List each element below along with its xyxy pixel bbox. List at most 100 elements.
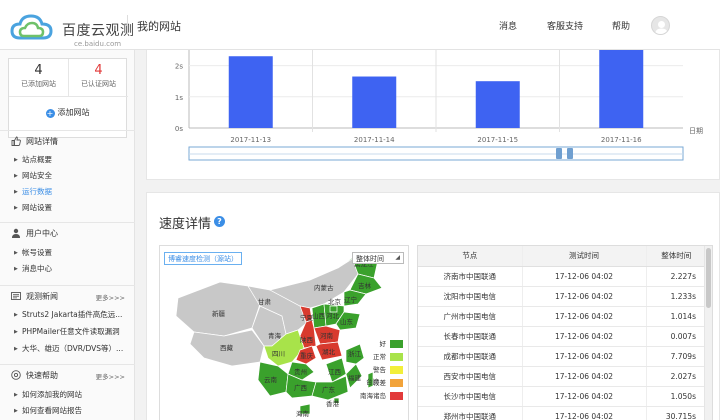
help-item[interactable]: ▶ 如何查看网站报告 <box>14 405 82 416</box>
logo[interactable]: 百度云观测 ce.baidu.com <box>10 10 135 48</box>
section-site-details[interactable]: 网站详情 <box>0 130 135 150</box>
top-header: 百度云观测 ce.baidu.com 我的网站 消息 客服支持 帮助 <box>0 0 720 50</box>
response-time-bar-chart: 0s 1s 2s 2017-11-13 2017-11-14 2017-11-15 2017… <box>175 50 703 161</box>
table-scrollbar[interactable] <box>704 246 712 420</box>
logo-title: 百度云观测 <box>62 23 135 39</box>
chart-bar[interactable] <box>352 76 397 128</box>
stat-verified-sites[interactable]: 4 已认证网站 <box>69 59 128 97</box>
sidebar-item-security[interactable]: ▶ 网站安全 <box>14 170 52 181</box>
add-site-label: 添加网站 <box>57 108 90 117</box>
help-title: 如何添加我的网站 <box>22 390 82 399</box>
news-item[interactable]: ▶ PHPMailer任意文件读取漏洞 <box>14 326 120 337</box>
y-tick-label: 1s <box>175 94 183 102</box>
chart-bar[interactable] <box>599 50 644 128</box>
section-title: 观测新闻 <box>26 292 58 301</box>
nav-support[interactable]: 客服支持 <box>547 19 583 32</box>
nav-help[interactable]: 帮助 <box>612 19 630 32</box>
stat-added-sites[interactable]: 4 已添加网站 <box>9 59 68 97</box>
column-header-node[interactable]: 节点 <box>418 246 523 267</box>
x-tick-label: 2017-11-15 <box>477 136 518 144</box>
help-item[interactable]: ▶ 如何添加我的网站 <box>14 389 82 400</box>
caret-right-icon: ▶ <box>14 250 18 256</box>
y-tick-label: 2s <box>175 63 183 71</box>
legend-swatch <box>390 392 403 400</box>
node-cell: 沈阳市中国电信 <box>418 286 523 307</box>
province-region[interactable] <box>175 281 261 337</box>
sidebar-item-settings[interactable]: ▶ 网站设置 <box>14 202 52 213</box>
caret-right-icon: ▶ <box>14 157 18 163</box>
test-time-cell: 17-12-06 04:02 <box>522 266 647 287</box>
total-time-cell: 30.715s <box>646 406 706 420</box>
stat-added-label: 已添加网站 <box>21 80 56 88</box>
province-label: 新疆 <box>212 309 226 318</box>
chart-bar[interactable] <box>228 56 273 128</box>
total-time-cell: 7.709s <box>646 346 706 367</box>
chart-bar[interactable] <box>475 81 520 128</box>
zoom-handle-right[interactable] <box>567 148 573 159</box>
x-tick-label: 2017-11-14 <box>354 136 395 144</box>
table-row[interactable]: 广州市中国电信 17-12-06 04:02 1.014s <box>418 306 706 327</box>
map-caption: 博睿速度检测（源站） <box>164 252 242 265</box>
province-label: 广西 <box>294 383 308 392</box>
user-icon <box>11 228 21 241</box>
question-icon[interactable]: ? <box>214 216 225 227</box>
sidebar-item-account-settings[interactable]: ▶ 帐号设置 <box>14 247 52 258</box>
section-user-center[interactable]: 用户中心 <box>0 222 135 242</box>
node-cell: 广州市中国电信 <box>418 306 523 327</box>
province-label: 河北 <box>326 312 340 320</box>
province-label: 江西 <box>328 368 342 376</box>
node-cell: 济南市中国联通 <box>418 266 523 287</box>
province-label: 广东 <box>322 385 336 394</box>
help-more-link[interactable]: 更多>>> <box>96 371 125 381</box>
total-time-cell: 1.233s <box>646 286 706 307</box>
user-avatar-icon[interactable] <box>651 16 670 35</box>
metric-select[interactable]: 整体时间 ◢ <box>352 252 404 264</box>
test-time-cell: 17-12-06 04:02 <box>522 366 647 387</box>
column-header-test-time[interactable]: 测试时间 <box>522 246 647 267</box>
menu-label: 帐号设置 <box>22 248 52 257</box>
sidebar-item-message-center[interactable]: ▶ 消息中心 <box>14 263 52 274</box>
news-item[interactable]: ▶ Struts2 Jakarta插件高危远... <box>14 309 122 320</box>
speed-table: 节点 测试时间 整体时间 济南市中国联通 17-12-06 04:02 2.227s… <box>418 246 706 420</box>
x-tick-label: 2017-11-16 <box>601 136 642 144</box>
help-title: 如何查看网站报告 <box>22 406 82 415</box>
table-row[interactable]: 西安市中国电信 17-12-06 04:02 2.027s <box>418 366 706 387</box>
table-row[interactable]: 沈阳市中国电信 17-12-06 04:02 1.233s <box>418 286 706 307</box>
table-row[interactable]: 长沙市中国电信 17-12-06 04:02 1.050s <box>418 386 706 407</box>
speed-detail-panel: 速度详情 ? 新疆 西藏 青海 甘肃 内蒙古 黑龙江 吉林 辽宁 宁夏 山西 河北 北京 山东 陕西 河南四… <box>146 192 720 420</box>
news-more-link[interactable]: 更多>>> <box>96 292 125 302</box>
province-label: 浙江 <box>348 349 362 358</box>
x-tick-label: 2017-11-13 <box>230 136 271 144</box>
province-label: 湖北 <box>322 347 336 356</box>
province-label: 海南 <box>296 409 310 418</box>
speed-table-box: 节点 测试时间 整体时间 济南市中国联通 17-12-06 04:02 2.227s… <box>417 245 713 420</box>
sidebar: 4 已添加网站 4 已认证网站 + 添加网站 网站详情 ▶ 站点概要 ▶ 网站安全 ▶… <box>0 50 135 420</box>
legend-swatch <box>390 379 403 387</box>
zoom-handle-left[interactable] <box>556 148 562 159</box>
column-header-total-time[interactable]: 整体时间 <box>646 246 706 267</box>
add-site-button[interactable]: + 添加网站 <box>9 107 126 118</box>
sidebar-item-overview[interactable]: ▶ 站点概要 <box>14 154 52 165</box>
table-row[interactable]: 成都市中国联通 17-12-06 04:02 7.709s <box>418 346 706 367</box>
section-news[interactable]: 观测新闻 更多>>> <box>0 285 135 305</box>
stat-verified-label: 已认证网站 <box>81 80 116 88</box>
nav-messages[interactable]: 消息 <box>499 19 517 32</box>
province-label: 重庆 <box>300 351 314 360</box>
sidebar-item-runtime-data[interactable]: ▶ 运行数据 <box>14 186 52 197</box>
menu-label: 运行数据 <box>22 187 52 196</box>
table-header-row: 节点 测试时间 整体时间 <box>418 246 706 267</box>
test-time-cell: 17-12-06 04:02 <box>522 386 647 407</box>
province-label: 河南 <box>320 331 334 340</box>
table-row[interactable]: 长春市中国联通 17-12-06 04:02 0.007s <box>418 326 706 347</box>
node-cell: 成都市中国联通 <box>418 346 523 367</box>
news-icon <box>11 291 21 304</box>
table-row[interactable]: 济南市中国联通 17-12-06 04:02 2.227s <box>418 266 706 287</box>
stat-verified-count: 4 <box>94 63 103 78</box>
table-row[interactable]: 郑州市中国联通 17-12-06 04:02 30.715s <box>418 406 706 420</box>
scrollbar-thumb[interactable] <box>706 248 711 308</box>
section-title: 快速帮助 <box>26 371 58 380</box>
x-axis-label: 日期 <box>689 127 703 135</box>
section-quick-help[interactable]: 快速帮助 更多>>> <box>0 364 135 384</box>
news-title: 大华、雄迈（DVR/DVS等）... <box>22 344 124 353</box>
news-item[interactable]: ▶ 大华、雄迈（DVR/DVS等）... <box>14 343 123 354</box>
